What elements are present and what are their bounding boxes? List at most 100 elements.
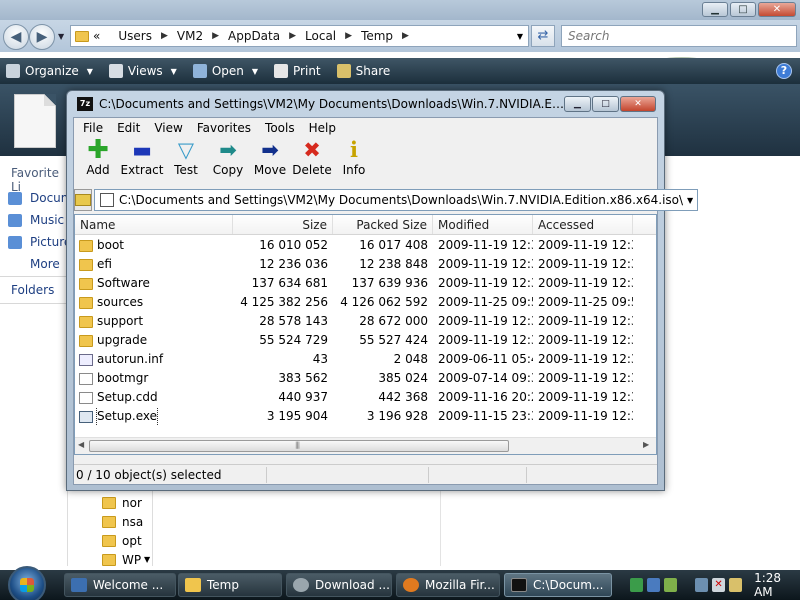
test-button[interactable]: ▽ Test — [165, 137, 207, 185]
copy-button[interactable]: ➡ Copy — [207, 137, 249, 185]
table-row[interactable]: sources 4 125 382 256 4 126 062 592 2009-11… — [75, 293, 656, 312]
sevenzip-titlebar[interactable]: 7z C:\Documents and Settings\VM2\My Docu… — [67, 91, 664, 117]
share-button[interactable]: Share — [336, 64, 390, 78]
open-button[interactable]: Open ▼ — [192, 64, 258, 78]
chevron-right-icon[interactable]: ▶ — [402, 31, 409, 41]
menu-help[interactable]: Help — [302, 121, 343, 135]
tree-item[interactable]: nor — [102, 496, 142, 510]
search-input[interactable]: Search — [561, 25, 797, 47]
folders-toggle[interactable]: Folders — [0, 276, 68, 304]
breadcrumb-local[interactable]: Local — [305, 29, 336, 43]
explorer-maximize-button[interactable]: □ — [730, 2, 756, 17]
breadcrumb-temp[interactable]: Temp — [361, 29, 393, 43]
explorer-close-button[interactable]: ✕ — [758, 2, 796, 17]
cell-name[interactable]: efi — [75, 255, 233, 274]
scroll-down-icon[interactable]: ▼ — [144, 555, 150, 564]
table-row[interactable]: upgrade 55 524 729 55 527 424 2009-11-19 12… — [75, 331, 656, 350]
tree-item[interactable]: nsa — [102, 515, 143, 529]
tray-app-icon[interactable] — [647, 578, 661, 592]
table-row[interactable]: Setup.exe 3 195 904 3 196 928 2009-11-15 23… — [75, 407, 656, 426]
cell-name[interactable]: boot — [75, 236, 233, 255]
info-button[interactable]: i Info — [333, 137, 375, 185]
table-row[interactable]: boot 16 010 052 16 017 408 2009-11-19 12:36… — [75, 236, 656, 255]
back-button[interactable]: ◀ — [3, 24, 29, 50]
column-header-size[interactable]: Size — [233, 215, 333, 234]
horizontal-scrollbar[interactable]: ◀ ||| ▶ — [75, 437, 656, 454]
up-folder-button[interactable] — [74, 189, 92, 211]
clock[interactable]: 1:28 AM — [754, 571, 800, 599]
tree-item[interactable]: WP — [102, 553, 141, 567]
menu-view[interactable]: View — [147, 121, 189, 135]
tree-item[interactable]: opt — [102, 534, 142, 548]
tray-app-icon[interactable] — [630, 578, 644, 592]
close-button[interactable]: ✕ — [620, 96, 656, 112]
chevron-right-icon[interactable]: ▶ — [289, 31, 296, 41]
recent-pages-dropdown-icon[interactable]: ▼ — [58, 32, 64, 41]
views-button[interactable]: Views ▼ — [108, 64, 177, 78]
cell-name[interactable]: Setup.exe — [75, 407, 233, 426]
network-icon[interactable] — [695, 578, 709, 592]
scroll-left-icon[interactable]: ◀ — [78, 440, 84, 449]
taskbar-button-temp[interactable]: Temp — [178, 573, 282, 597]
menu-file[interactable]: File — [76, 121, 110, 135]
refresh-button[interactable]: ⇄ — [531, 25, 555, 47]
cell-name[interactable]: sources — [75, 293, 233, 312]
start-button[interactable] — [8, 566, 46, 600]
cell-name[interactable]: support — [75, 312, 233, 331]
address-dropdown-icon[interactable]: ▼ — [517, 32, 523, 41]
favorite-music[interactable]: Music — [8, 213, 64, 227]
column-header-name[interactable]: Name — [75, 215, 233, 234]
taskbar-button-firefox[interactable]: Mozilla Fir... — [396, 573, 500, 597]
breadcrumb-appdata[interactable]: AppData — [228, 29, 280, 43]
cell-name[interactable]: upgrade — [75, 331, 233, 350]
tray-app-icon[interactable] — [729, 578, 743, 592]
print-button[interactable]: Print — [274, 64, 321, 78]
breadcrumb-overflow[interactable]: « — [93, 29, 100, 43]
cell-name[interactable]: autorun.inf — [75, 350, 233, 369]
maximize-button[interactable]: □ — [592, 96, 619, 112]
table-row[interactable]: autorun.inf 43 2 048 2009-06-11 05:44 2009-1… — [75, 350, 656, 369]
tree-scrollbar[interactable] — [152, 490, 158, 566]
help-icon[interactable]: ? — [776, 63, 792, 79]
cell-name[interactable]: bootmgr — [75, 369, 233, 388]
address-bar[interactable]: « Users ▶ VM2 ▶ AppData ▶ Local ▶ Temp ▶… — [70, 25, 529, 47]
table-row[interactable]: Setup.cdd 440 937 442 368 2009-11-16 20:21 2… — [75, 388, 656, 407]
menu-favorites[interactable]: Favorites — [190, 121, 258, 135]
forward-button[interactable]: ▶ — [29, 24, 55, 50]
tray-app-icon[interactable] — [664, 578, 678, 592]
taskbar-button-welcome[interactable]: Welcome ... — [64, 573, 176, 597]
table-row[interactable]: Software 137 634 681 137 639 936 2009-11-19… — [75, 274, 656, 293]
path-combobox[interactable]: C:\Documents and Settings\VM2\My Documen… — [94, 189, 699, 211]
column-header-modified[interactable]: Modified — [433, 215, 533, 234]
move-button[interactable]: ➡ Move — [249, 137, 291, 185]
favorite-pictures[interactable]: Picture — [8, 235, 71, 249]
menu-edit[interactable]: Edit — [110, 121, 147, 135]
explorer-minimize-button[interactable]: ▁ — [702, 2, 728, 17]
more-link[interactable]: More — [30, 257, 60, 271]
organize-button[interactable]: Organize ▼ — [6, 64, 93, 78]
column-header-packed-size[interactable]: Packed Size — [333, 215, 433, 234]
taskbar-button-download[interactable]: Download ... — [286, 573, 392, 597]
volume-muted-icon[interactable]: ✕ — [712, 578, 726, 592]
minimize-button[interactable]: ▁ — [564, 96, 591, 112]
sevenzip-app-icon[interactable]: 7z — [77, 97, 93, 111]
chevron-right-icon[interactable]: ▶ — [212, 31, 219, 41]
breadcrumb-vm2[interactable]: VM2 — [177, 29, 203, 43]
favorite-documents[interactable]: Docum — [8, 191, 72, 205]
add-button[interactable]: ✚ Add — [77, 137, 119, 185]
table-row[interactable]: support 28 578 143 28 672 000 2009-11-19 12… — [75, 312, 656, 331]
table-row[interactable]: efi 12 236 036 12 238 848 2009-11-19 12:36 2… — [75, 255, 656, 274]
breadcrumb-users[interactable]: Users — [118, 29, 152, 43]
path-text[interactable]: C:\Documents and Settings\VM2\My Documen… — [119, 193, 683, 207]
cell-name[interactable]: Software — [75, 274, 233, 293]
extract-button[interactable]: ▬ Extract — [119, 137, 165, 185]
column-header-accessed[interactable]: Accessed — [533, 215, 633, 234]
delete-button[interactable]: ✖ Delete — [291, 137, 333, 185]
menu-tools[interactable]: Tools — [258, 121, 302, 135]
table-row[interactable]: bootmgr 383 562 385 024 2009-07-14 09:38 200… — [75, 369, 656, 388]
chevron-right-icon[interactable]: ▶ — [345, 31, 352, 41]
chevron-down-icon[interactable]: ▼ — [683, 196, 697, 205]
taskbar-button-sevenzip[interactable]: C:\Docum... — [504, 573, 612, 597]
chevron-right-icon[interactable]: ▶ — [161, 31, 168, 41]
scroll-right-icon[interactable]: ▶ — [643, 440, 649, 449]
